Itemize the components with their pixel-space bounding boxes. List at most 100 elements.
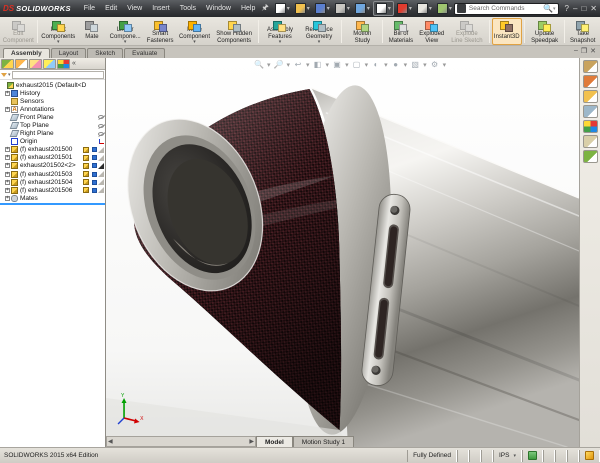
tab-assembly[interactable]: Assembly	[3, 48, 50, 58]
close-icon[interactable]: ✕	[590, 4, 597, 13]
tab-motion-study-1[interactable]: Motion Study 1	[293, 436, 354, 447]
zoom-to-area-icon[interactable]: 🔎	[274, 60, 284, 70]
menu-help[interactable]: Help	[236, 3, 260, 14]
instant3d-button[interactable]: Instant3D	[492, 18, 522, 45]
tab-layout[interactable]: Layout	[51, 48, 87, 58]
expand-icon[interactable]: +	[5, 180, 10, 185]
save-button[interactable]: ▾	[313, 2, 332, 15]
dropdown-icon[interactable]: ▾	[443, 61, 447, 69]
tree-item--f-exhaust201500[interactable]: +(f) exhaust201500	[0, 146, 105, 154]
tab-scrollbar[interactable]: ◀ ▶	[106, 436, 256, 447]
open-button[interactable]: ▾	[293, 2, 312, 15]
assembly-features-button[interactable]: Assembly Features▾	[261, 18, 299, 45]
menu-window[interactable]: Window	[201, 3, 236, 14]
expand-icon[interactable]: +	[5, 196, 10, 201]
options-button[interactable]: ▾	[435, 2, 454, 15]
featuremanager-tree-tab-icon[interactable]	[1, 59, 14, 69]
dropdown-icon[interactable]: ▾	[345, 61, 349, 69]
dropdown-icon[interactable]: ▾	[365, 61, 369, 69]
dropdown-icon[interactable]: ▾	[267, 61, 271, 69]
tree-item-front-plane[interactable]: Front Plane	[0, 113, 105, 121]
appearances-scenes-icon[interactable]	[583, 120, 598, 133]
tab-scroll-left-icon[interactable]: ◀	[108, 438, 113, 445]
bill-of-materials-button[interactable]: Bill of Materials	[385, 18, 416, 45]
linear-compone--button[interactable]: Linear Compone...▾	[107, 18, 144, 45]
displaymanager-tab-icon[interactable]	[57, 59, 70, 69]
tree-item-exhaust201502-2-[interactable]: +exhaust201502<2>	[0, 162, 105, 170]
expand-icon[interactable]: +	[5, 107, 10, 112]
menu-tools[interactable]: Tools	[175, 3, 201, 14]
display-style-icon[interactable]: ▢	[352, 60, 362, 70]
tree-item-history[interactable]: +History	[0, 89, 105, 97]
previous-view-icon[interactable]: ↩	[293, 60, 303, 70]
take-snapshot-button[interactable]: Take Snapshot	[567, 18, 598, 45]
expand-icon[interactable]: +	[5, 188, 10, 193]
dropdown-icon[interactable]: ▾	[306, 61, 310, 69]
search-icon[interactable]: 🔍	[543, 4, 553, 13]
tab-model[interactable]: Model	[256, 436, 293, 447]
dropdown-icon[interactable]: ▾	[124, 40, 127, 44]
smart-fasteners-button[interactable]: Smart Fasteners	[143, 18, 176, 45]
doc-close-icon[interactable]: ✕	[590, 47, 596, 55]
expand-icon[interactable]: +	[5, 91, 10, 96]
update-speedpak-button[interactable]: Update Speedpak	[527, 18, 563, 45]
tree-item-origin[interactable]: Origin	[0, 138, 105, 146]
tags-icon[interactable]	[579, 450, 600, 462]
view-orientation-icon[interactable]: ▣	[332, 60, 342, 70]
tree-item--f-exhaust201506[interactable]: +(f) exhaust201506	[0, 186, 105, 194]
dropdown-icon[interactable]: ▾	[57, 40, 60, 44]
tree-filter-input[interactable]	[12, 71, 104, 79]
filter-dropdown-icon[interactable]: ▾	[8, 72, 11, 78]
undo-button[interactable]: ▾	[353, 2, 372, 15]
solidworks-resources-icon[interactable]	[583, 60, 598, 73]
unit-system-selector[interactable]: IPS ▾	[493, 450, 522, 462]
file-properties-button[interactable]: ▾	[415, 2, 434, 15]
dropdown-icon[interactable]: ▾	[193, 40, 196, 44]
featuremanager-splitter[interactable]	[0, 203, 105, 205]
units-dropdown-icon[interactable]: ▾	[513, 453, 516, 459]
custom-properties-icon[interactable]	[583, 135, 598, 148]
doc-restore-icon[interactable]: ❐	[581, 47, 587, 55]
expand-icon[interactable]: +	[5, 155, 10, 160]
configurationmanager-tab-icon[interactable]	[29, 59, 42, 69]
tree-item-sensors[interactable]: Sensors	[0, 97, 105, 105]
mate-button[interactable]: Mate	[77, 18, 107, 45]
exploded-view-button[interactable]: Exploded View	[417, 18, 447, 45]
menu-edit[interactable]: Edit	[100, 3, 122, 14]
forum-icon[interactable]	[583, 150, 598, 163]
tab-evaluate[interactable]: Evaluate	[124, 48, 165, 58]
minimize-icon[interactable]: –	[573, 4, 577, 13]
menu-file[interactable]: File	[79, 3, 100, 14]
insert-components-button[interactable]: Insert Components▾	[40, 18, 77, 45]
edit-appearance-icon[interactable]: ●	[391, 60, 401, 70]
filter-icon[interactable]	[1, 73, 7, 77]
maximize-icon[interactable]: □	[581, 4, 586, 13]
search-dropdown-icon[interactable]: ▾	[553, 6, 556, 12]
menu-view[interactable]: View	[122, 3, 147, 14]
expand-icon[interactable]: +	[5, 172, 10, 177]
expand-icon[interactable]: +	[5, 163, 10, 168]
search-scope-icon[interactable]	[457, 4, 466, 13]
select-button[interactable]: ▾	[373, 1, 394, 16]
dropdown-icon[interactable]: ▾	[404, 61, 408, 69]
search-input[interactable]: Search Commands	[469, 5, 543, 12]
reference-geometry-button[interactable]: Reference Geometry▾	[299, 18, 339, 45]
section-view-icon[interactable]: ◧	[313, 60, 323, 70]
design-library-icon[interactable]	[583, 75, 598, 88]
tree-item-right-plane[interactable]: Right Plane	[0, 130, 105, 138]
propertymanager-tab-icon[interactable]	[15, 59, 28, 69]
search-commands-box[interactable]: Search Commands 🔍 ▾	[454, 3, 559, 15]
tree-item-annotations[interactable]: +AAnnotations	[0, 105, 105, 113]
zoom-to-fit-icon[interactable]: 🔍	[254, 60, 264, 70]
dropdown-icon[interactable]: ▾	[384, 61, 388, 69]
show-hidden-components-button[interactable]: Show Hidden Components	[212, 18, 256, 45]
view-palette-icon[interactable]	[583, 105, 598, 118]
tree-item-mates[interactable]: +Mates	[0, 194, 105, 202]
dropdown-icon[interactable]: ▾	[423, 61, 427, 69]
menu-insert[interactable]: Insert	[147, 3, 175, 14]
dropdown-icon[interactable]: ▾	[279, 40, 282, 44]
tree-item--f-exhaust201501[interactable]: +(f) exhaust201501	[0, 154, 105, 162]
expand-icon[interactable]: +	[5, 147, 10, 152]
rebuild-button[interactable]: ▾	[395, 2, 414, 15]
tree-root-item[interactable]: exhaust2015 (Default<D	[0, 81, 105, 89]
